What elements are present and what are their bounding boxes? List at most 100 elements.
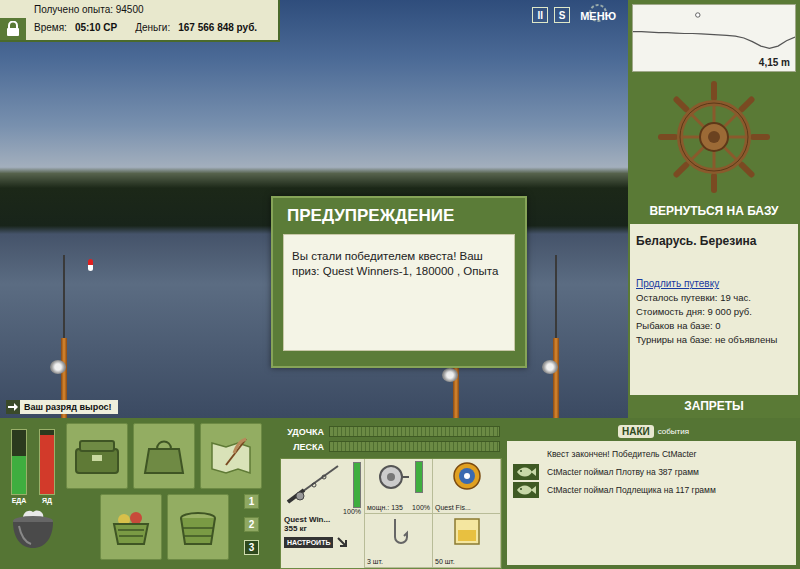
reel-slot[interactable]: мощн.: 135 100% xyxy=(365,459,433,514)
pot-icon[interactable] xyxy=(7,508,59,550)
rod-tip xyxy=(555,255,557,338)
hook-count: 3 шт. xyxy=(367,558,383,565)
top-button[interactable]: II xyxy=(532,7,548,23)
events-panel: НАКИ события Квест закончен! Победитель … xyxy=(507,421,800,569)
rod-slot[interactable]: 100% Quest Win... 355 кг НАСТРОИТЬ xyxy=(281,459,365,568)
info-line: Турниры на базе: не объявлены xyxy=(636,333,792,347)
fish-icon xyxy=(515,466,537,478)
meter-fill xyxy=(12,456,26,494)
meter-track xyxy=(11,429,27,495)
location-title: Беларусь. Березина xyxy=(636,234,792,248)
tackle-box-button[interactable] xyxy=(66,423,128,489)
events-logo[interactable]: НАКИ xyxy=(618,425,654,438)
depth-chart: 4,15 m xyxy=(632,4,796,72)
map-button[interactable] xyxy=(200,423,262,489)
reel-condition-bar xyxy=(415,461,423,493)
meter-label: ЯД xyxy=(42,497,52,504)
hook-slot[interactable]: 3 шт. xyxy=(365,514,433,569)
event-row: CtMacter поймал Плотву на 387 грамм xyxy=(513,464,790,480)
warning-dialog: ПРЕДУПРЕЖДЕНИЕ Вы стали победителем квес… xyxy=(271,196,527,368)
info-line: Стоимость дня: 9 000 руб. xyxy=(636,305,792,319)
rod-name: Quest Win... xyxy=(284,515,361,524)
bait-slot[interactable]: 50 шт. xyxy=(433,514,501,569)
bucket-icon xyxy=(173,506,223,548)
tackle-grid: мощн.: 135 100% Quest Fis... 3 шт. 50 шт… xyxy=(365,459,501,568)
bag-button[interactable] xyxy=(133,423,195,489)
side-panel: 4,15 m ВЕРНУТЬСЯ НА БАЗУ Беларусь. Берез… xyxy=(628,0,800,418)
slot-button[interactable]: 1 xyxy=(244,494,259,509)
food-basket-button[interactable] xyxy=(100,494,162,560)
money-value: 167 566 848 руб. xyxy=(178,22,257,33)
event-text: CtMacter поймал Плотву на 387 грамм xyxy=(547,467,699,477)
tension-label: УДОЧКА xyxy=(280,427,324,437)
wheel-logo[interactable] xyxy=(632,72,796,202)
basket-icon xyxy=(106,506,156,548)
time-label: Время: xyxy=(34,22,67,33)
meter-label: ЕДА xyxy=(12,497,27,504)
base-info: Беларусь. Березина Продлить путевку Оста… xyxy=(630,224,798,395)
slot-button[interactable]: 3 xyxy=(244,540,259,555)
bans-button[interactable]: ЗАПРЕТЫ xyxy=(632,395,796,418)
dialog-message: Вы стали победителем квеста! Ваш приз: Q… xyxy=(283,234,515,351)
fishing-rod[interactable] xyxy=(450,365,462,418)
tension-label: ЛЕСКА xyxy=(280,442,324,452)
money-label: Деньги: xyxy=(135,22,170,33)
rod-condition-bar xyxy=(353,462,361,508)
time-value: 05:10 СР xyxy=(75,22,117,33)
tension-meters: УДОЧКА ЛЕСКА xyxy=(280,421,502,453)
tension-track xyxy=(329,441,500,452)
hook-icon xyxy=(381,516,417,546)
arrow-icon[interactable] xyxy=(336,536,348,548)
dialog-title: ПРЕДУПРЕЖДЕНИЕ xyxy=(273,198,525,234)
events-header: НАКИ события xyxy=(507,421,800,441)
ship-wheel-icon[interactable] xyxy=(654,77,774,197)
rank-notice[interactable]: Ваш разряд вырос! xyxy=(6,400,118,414)
rod-condition: 100% xyxy=(284,508,361,515)
rod-top xyxy=(284,462,361,508)
inventory-icons: 1 2 3 xyxy=(66,421,262,569)
meters: ЕДА ЯД xyxy=(11,421,55,504)
event-row: Квест закончен! Победитель CtMacter xyxy=(513,446,790,462)
bait-box-icon xyxy=(449,516,485,546)
setup-button[interactable]: НАСТРОИТЬ xyxy=(284,537,333,548)
fishing-rod[interactable] xyxy=(58,255,70,418)
events-list: Квест закончен! Победитель CtMacter CtMa… xyxy=(507,441,796,565)
rod-tip xyxy=(63,255,65,338)
setup-row: НАСТРОИТЬ xyxy=(284,536,361,548)
line-spool-icon xyxy=(449,461,485,491)
extend-permit-link[interactable]: Продлить путевку xyxy=(636,278,792,289)
bottom-panel: ЕДА ЯД 1 2 3 УДОЧКА ЛЕСКА 100% Quest Win..… xyxy=(0,418,800,569)
bucket-button[interactable] xyxy=(167,494,229,560)
depth-reading: 4,15 m xyxy=(759,57,790,68)
hud-main: Получено опыта: 94500 Время: 05:10 СР Де… xyxy=(26,0,278,40)
meter-fill xyxy=(40,435,54,494)
float-marker xyxy=(696,13,700,17)
scene-photo: Получено опыта: 94500 Время: 05:10 СР Де… xyxy=(0,0,628,418)
event-icon-slot xyxy=(513,464,539,480)
arrow-icon xyxy=(6,400,20,414)
top-area: Получено опыта: 94500 Время: 05:10 СР Де… xyxy=(0,0,800,418)
inventory-area: ЕДА ЯД 1 2 3 xyxy=(0,421,275,569)
reel-icon xyxy=(442,368,458,382)
info-line: Рыбаков на базе: 0 xyxy=(636,319,792,333)
events-tab[interactable]: события xyxy=(658,427,689,436)
lock-cell[interactable] xyxy=(0,0,26,40)
top-button[interactable]: S xyxy=(554,7,570,23)
tension-track xyxy=(329,426,500,437)
fishing-rod[interactable] xyxy=(550,255,562,418)
event-icon-slot xyxy=(513,482,539,498)
bag-icon xyxy=(139,435,189,477)
meter-track xyxy=(39,429,55,495)
reel-power: мощн.: 135 xyxy=(367,504,403,511)
slot-button[interactable]: 2 xyxy=(244,517,259,532)
meter: ЯД xyxy=(39,429,55,504)
rod-icon xyxy=(284,462,340,506)
event-text: CtMacter поймал Подлещика на 117 грамм xyxy=(547,485,716,495)
line-slot[interactable]: Quest Fis... xyxy=(433,459,501,514)
return-to-base-button[interactable]: ВЕРНУТЬСЯ НА БАЗУ xyxy=(632,202,796,224)
menu-button[interactable]: МЕНЮ xyxy=(576,4,620,26)
icon-row xyxy=(66,423,262,489)
map-icon xyxy=(206,435,256,477)
lock-icon[interactable] xyxy=(6,21,20,37)
tackle-panel: 100% Quest Win... 355 кг НАСТРОИТЬ мощн.… xyxy=(280,458,502,569)
